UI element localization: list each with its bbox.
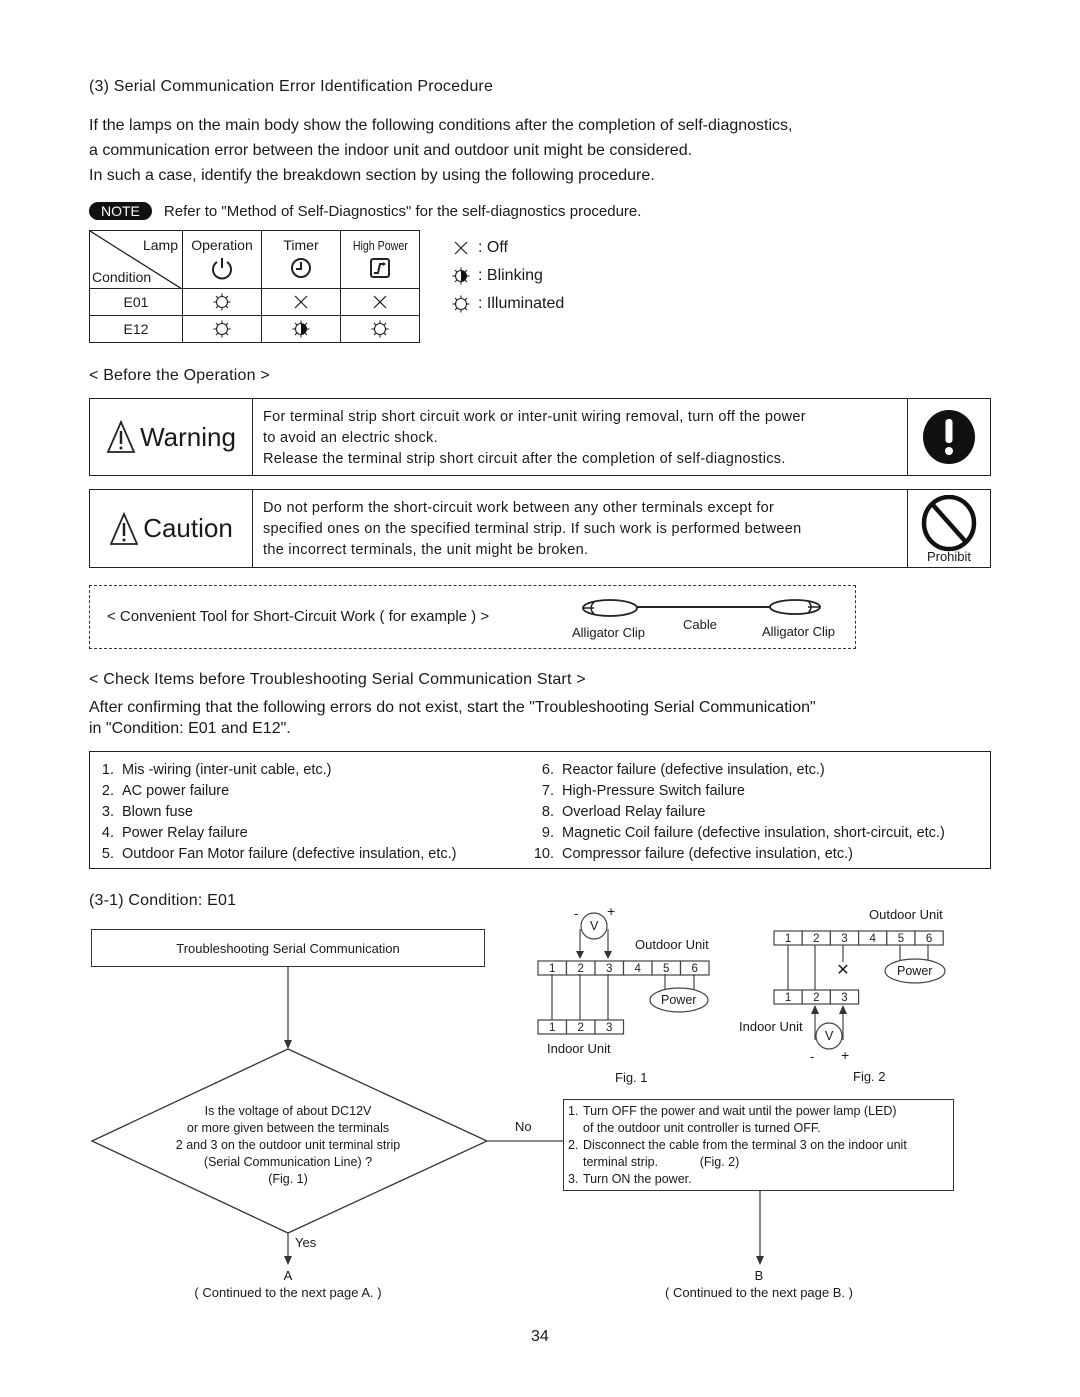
terminal-label: 2 bbox=[578, 1022, 584, 1034]
action-step-text: Turn ON the power. bbox=[583, 1172, 692, 1186]
terminal-label: 1 bbox=[549, 963, 555, 975]
terminal-label: 5 bbox=[663, 963, 669, 975]
action-step: 3. Turn ON the power. bbox=[568, 1171, 949, 1188]
decision-line: (Serial Communication Line) ? bbox=[203, 1155, 373, 1169]
fig1-indoor-label: Indoor Unit bbox=[547, 1041, 611, 1056]
action-step-text: Disconnect the cable from the terminal 3… bbox=[583, 1138, 907, 1169]
fig2-meter-label: V bbox=[825, 1029, 834, 1043]
decision-line: Is the voltage of about DC12V bbox=[204, 1104, 372, 1118]
decision-text: Is the voltage of about DC12V or more gi… bbox=[140, 1103, 436, 1188]
decision-line: 2 and 3 on the outdoor unit terminal str… bbox=[175, 1138, 401, 1152]
fig2-outdoor-label: Outdoor Unit bbox=[869, 907, 943, 922]
fig1-power-label: Power bbox=[661, 993, 697, 1007]
fig1-meter-label: V bbox=[590, 919, 599, 933]
yes-label: Yes bbox=[295, 1235, 317, 1250]
fig1-outdoor-terminal-strip: 1 2 3 4 5 6 bbox=[537, 960, 710, 976]
connector-b: B ( Continued to the next page B. ) bbox=[656, 1267, 862, 1301]
terminal-label: 2 bbox=[578, 963, 584, 975]
terminal-label: 3 bbox=[606, 963, 612, 975]
connector-a-text: ( Continued to the next page A. ) bbox=[194, 1285, 382, 1300]
fig2-minus: - bbox=[810, 1049, 815, 1064]
connector-b-text: ( Continued to the next page B. ) bbox=[665, 1285, 853, 1300]
arrow-head bbox=[284, 1040, 292, 1049]
action-step: 1. Turn OFF the power and wait until the … bbox=[568, 1103, 949, 1137]
page-number: 34 bbox=[531, 1328, 549, 1345]
action-step-text: Turn OFF the power and wait until the po… bbox=[583, 1104, 897, 1135]
terminal-label: 3 bbox=[841, 992, 847, 1004]
arrow-head bbox=[756, 1256, 764, 1265]
fig2-indoor-terminal-strip: 1 2 3 bbox=[773, 989, 860, 1005]
action-steps-box: 1. Turn OFF the power and wait until the … bbox=[563, 1099, 954, 1191]
terminal-label: 6 bbox=[926, 933, 932, 945]
terminal-label: 5 bbox=[898, 933, 904, 945]
action-steps: 1. Turn OFF the power and wait until the … bbox=[564, 1100, 953, 1191]
terminal-label: 6 bbox=[692, 963, 698, 975]
terminal-label: 4 bbox=[635, 963, 642, 975]
fig1-diagram: 1 2 3 4 5 6 1 2 3 bbox=[537, 912, 710, 1035]
fig1-indoor-terminal-strip: 1 2 3 bbox=[537, 1019, 625, 1035]
terminal-label: 3 bbox=[841, 933, 847, 945]
connector-a: A ( Continued to the next page A. ) bbox=[186, 1267, 390, 1301]
fig2-plus: + bbox=[841, 1047, 850, 1063]
disconnect-x-icon: ✕ bbox=[836, 962, 849, 979]
fig2-indoor-label: Indoor Unit bbox=[739, 1019, 803, 1034]
terminal-label: 3 bbox=[606, 1022, 612, 1034]
fig1-caption: Fig. 1 bbox=[615, 1070, 648, 1085]
arrow-head bbox=[284, 1256, 292, 1265]
no-label: No bbox=[515, 1119, 532, 1134]
terminal-label: 2 bbox=[813, 933, 819, 945]
fig1-plus: + bbox=[607, 903, 616, 919]
action-step-number: 3. bbox=[568, 1172, 579, 1186]
connector-a-letter: A bbox=[283, 1268, 293, 1283]
fig1-minus: - bbox=[574, 906, 579, 921]
action-step: 2. Disconnect the cable from the terminal… bbox=[568, 1137, 949, 1171]
connector-b-letter: B bbox=[754, 1268, 764, 1283]
fig2-outdoor-terminal-strip: 1 2 3 4 5 6 bbox=[773, 930, 944, 946]
decision-line: (Fig. 1) bbox=[268, 1172, 308, 1186]
terminal-label: 1 bbox=[785, 992, 791, 1004]
decision-line: or more given between the terminals bbox=[186, 1121, 390, 1135]
terminal-label: 2 bbox=[813, 992, 819, 1004]
terminal-label: 1 bbox=[785, 933, 791, 945]
fig2-power-label: Power bbox=[897, 964, 933, 978]
terminal-label: 1 bbox=[549, 1022, 555, 1034]
fig2-caption: Fig. 2 bbox=[853, 1069, 886, 1084]
terminal-label: 4 bbox=[869, 933, 876, 945]
fig1-outdoor-label: Outdoor Unit bbox=[635, 937, 709, 952]
action-step-number: 2. bbox=[568, 1138, 579, 1152]
action-step-number: 1. bbox=[568, 1104, 579, 1118]
